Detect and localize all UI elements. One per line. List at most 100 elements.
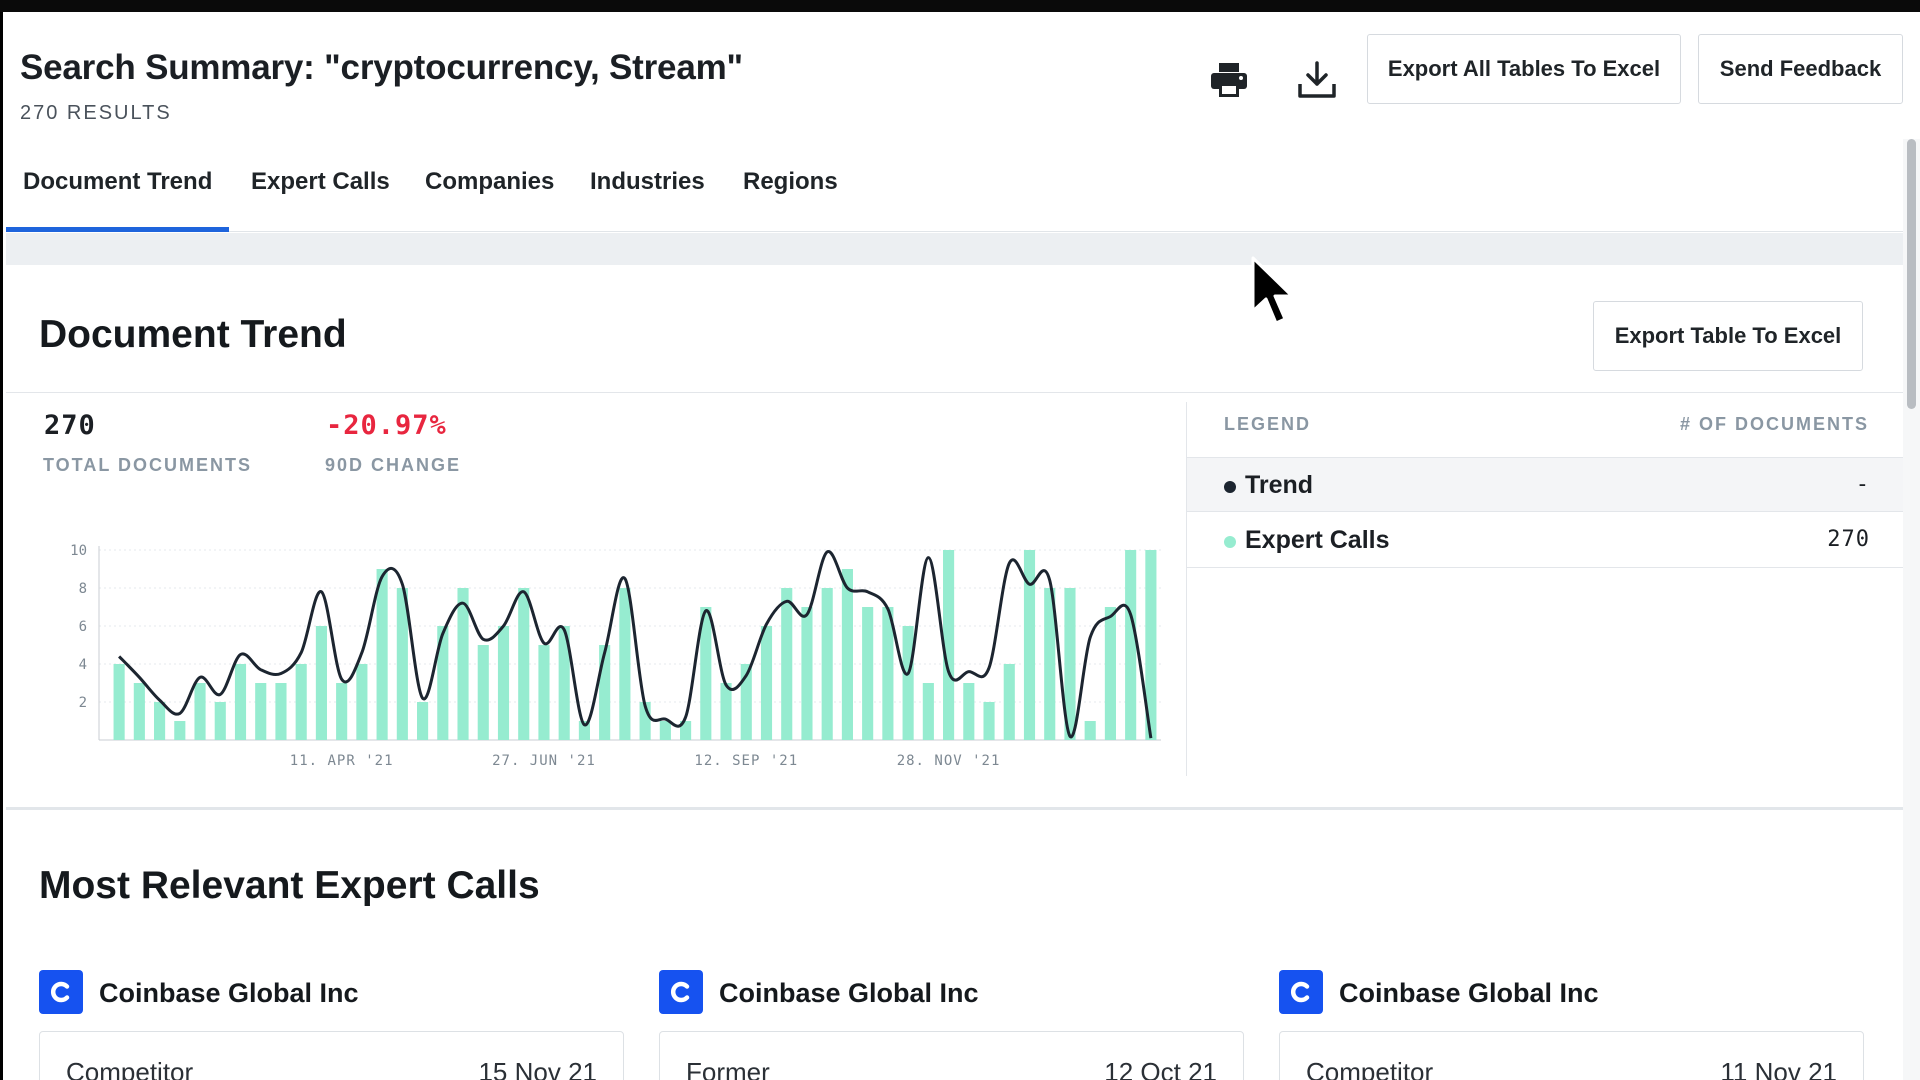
page-scrollbar[interactable]: [1903, 139, 1920, 1080]
tab-expert-calls[interactable]: Expert Calls: [234, 162, 407, 232]
export-table-button[interactable]: Export Table To Excel: [1593, 301, 1863, 371]
company-name: Coinbase Global Inc: [1339, 978, 1599, 1008]
expert-call-card[interactable]: Competitor 15 Nov 21: [39, 1031, 624, 1080]
x-tick-label: 11. APR '21: [290, 753, 394, 769]
chart-bar: [781, 588, 793, 740]
y-tick-label: 4: [79, 657, 87, 673]
expert-call-card[interactable]: Competitor 11 Nov 21: [1279, 1031, 1864, 1080]
card-divider: [6, 392, 1903, 393]
legend-label-trend: Trend: [1245, 471, 1314, 499]
documents-count-header: # OF DOCUMENTS: [1679, 414, 1869, 434]
total-documents-label: TOTAL DOCUMENTS: [43, 455, 252, 475]
chart-bar: [174, 721, 186, 740]
y-tick-label: 6: [79, 619, 87, 635]
chart-bar: [841, 569, 853, 740]
chart-bar: [518, 588, 530, 740]
chart-bar: [234, 664, 247, 740]
document-trend-chart: 2 4 6 8 10 11. APR '21 27. JUN '21 12. SEP '21 2…: [70, 543, 1161, 769]
chart-bar: [902, 626, 914, 740]
company-name: Coinbase Global Inc: [99, 978, 359, 1008]
chart-bar: [113, 664, 125, 740]
change-label: 90D CHANGE: [325, 455, 462, 475]
legend-value-expert-calls: 270: [1827, 527, 1870, 552]
chart-bar: [315, 626, 327, 740]
chart-bar: [356, 664, 368, 740]
chart-bar: [477, 645, 489, 740]
chart-bar: [1084, 721, 1096, 740]
call-type: Competitor: [1306, 1057, 1434, 1080]
chart-bar: [619, 588, 631, 740]
legend-row-expert-calls[interactable]: Expert Calls 270: [1187, 513, 1904, 568]
y-tick-label: 2: [79, 695, 87, 711]
x-tick-label: 12. SEP '21: [694, 753, 798, 769]
legend-header: LEGEND: [1224, 414, 1312, 434]
call-type: Competitor: [66, 1057, 194, 1080]
call-date: 15 Nov 21: [478, 1057, 597, 1080]
x-tick-label: 27. JUN '21: [492, 753, 596, 769]
search-summary-page: Search Summary: "cryptocurrency, Stream"…: [3, 12, 1920, 1080]
tab-regions[interactable]: Regions: [726, 162, 855, 232]
document-trend-card: Document Trend Export Table To Excel 270…: [6, 265, 1904, 810]
y-tick-label: 8: [79, 581, 87, 597]
chart-bar: [457, 588, 469, 740]
chart-bar: [255, 683, 267, 740]
tab-industries[interactable]: Industries: [573, 162, 722, 232]
chart-bar: [963, 683, 975, 740]
tab-companies[interactable]: Companies: [408, 162, 571, 232]
expert-calls-legend-marker: [1224, 536, 1236, 548]
export-all-tables-button[interactable]: Export All Tables To Excel: [1367, 34, 1681, 104]
download-icon: [1298, 61, 1336, 98]
chart-bar: [154, 702, 166, 740]
document-trend-title: Document Trend: [39, 313, 347, 356]
chart-bar: [336, 683, 348, 740]
call-date: 12 Oct 21: [1104, 1057, 1217, 1080]
company-name: Coinbase Global Inc: [719, 978, 979, 1008]
chart-bar: [497, 626, 510, 740]
print-button[interactable]: [1203, 56, 1255, 104]
chart-bar: [1003, 664, 1015, 740]
expert-call-card[interactable]: Former 12 Oct 21: [659, 1031, 1244, 1080]
window-top-bar: [0, 0, 1920, 12]
change-value: -20.97%: [326, 410, 447, 441]
coinbase-logo-icon: [39, 970, 83, 1014]
chart-bar: [417, 702, 429, 740]
chart-bar: [862, 607, 874, 740]
chart-bar: [376, 569, 388, 740]
chart-bar: [760, 626, 773, 740]
chart-bar: [1104, 607, 1116, 740]
chart-bar: [983, 702, 995, 740]
scrollbar-thumb[interactable]: [1907, 139, 1916, 409]
chart-bar: [720, 683, 732, 740]
section-divider: [6, 233, 1903, 265]
chart-bar: [538, 645, 550, 740]
legend-value-trend: -: [1855, 472, 1870, 497]
legend-label-expert-calls: Expert Calls: [1245, 526, 1390, 554]
summary-tabs: Document Trend Expert Calls Companies In…: [6, 162, 1903, 232]
chart-bar: [133, 683, 145, 740]
legend-row-trend[interactable]: Trend -: [1187, 457, 1904, 512]
chart-bar: [275, 683, 287, 740]
chart-bar: [1125, 550, 1137, 740]
download-button[interactable]: [1291, 56, 1343, 104]
chart-bar: [214, 702, 226, 740]
chart-bar: [194, 683, 206, 740]
chart-bar: [599, 645, 611, 740]
call-type: Former: [686, 1057, 770, 1080]
chart-bar: [801, 607, 813, 740]
page-title: Search Summary: "cryptocurrency, Stream": [20, 48, 743, 87]
results-count: 270 RESULTS: [20, 102, 172, 124]
printer-icon: [1211, 63, 1247, 97]
chart-bar: [295, 664, 307, 740]
coinbase-logo-icon: [659, 970, 703, 1014]
chart-bar: [659, 721, 671, 740]
send-feedback-button[interactable]: Send Feedback: [1698, 34, 1903, 104]
chart-bar: [821, 588, 833, 740]
expert-calls-title: Most Relevant Expert Calls: [39, 864, 540, 907]
coinbase-logo-icon: [1279, 970, 1323, 1014]
tab-document-trend[interactable]: Document Trend: [6, 162, 230, 232]
y-tick-label: 10: [70, 543, 87, 559]
legend-panel: LEGEND # OF DOCUMENTS Trend - Expert Cal…: [1186, 402, 1904, 776]
chart-bar: [922, 683, 934, 740]
x-tick-label: 28. NOV '21: [897, 753, 1001, 769]
trend-line: [118, 550, 1153, 739]
